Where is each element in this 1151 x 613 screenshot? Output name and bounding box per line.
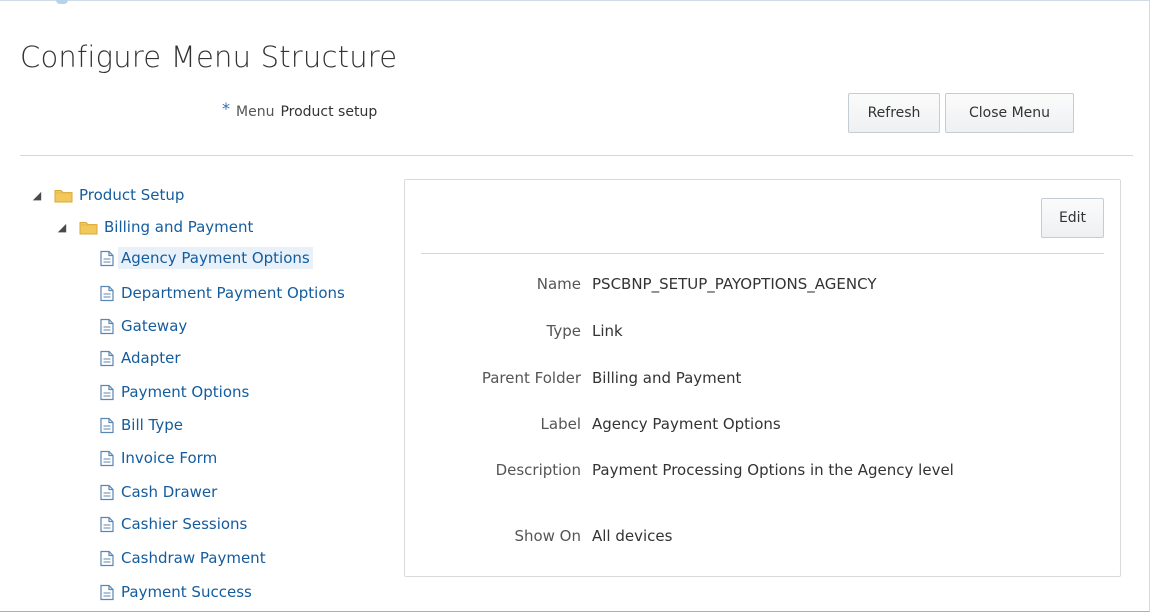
page-icon bbox=[100, 516, 114, 532]
page-icon bbox=[100, 384, 114, 400]
tree-node-label[interactable]: Product Setup bbox=[79, 186, 184, 204]
tree-item-label[interactable]: Payment Success bbox=[121, 583, 252, 601]
label-field-value: Agency Payment Options bbox=[592, 415, 781, 433]
detail-divider bbox=[421, 253, 1104, 254]
page-icon bbox=[100, 450, 114, 466]
tree-item-label[interactable]: Payment Options bbox=[121, 383, 249, 401]
page-icon bbox=[100, 417, 114, 433]
tree-item-cashier-sessions[interactable]: Cashier Sessions bbox=[99, 511, 247, 537]
tree-item-label[interactable]: Gateway bbox=[121, 317, 187, 335]
tree-item-cashdraw-payment[interactable]: Cashdraw Payment bbox=[99, 545, 266, 571]
page-icon bbox=[100, 584, 114, 600]
close-menu-button[interactable]: Close Menu bbox=[945, 93, 1074, 133]
name-value: PSCBNP_SETUP_PAYOPTIONS_AGENCY bbox=[592, 275, 877, 293]
page-icon bbox=[100, 550, 114, 566]
header-divider bbox=[20, 155, 1133, 156]
menu-field-label: Menu bbox=[236, 104, 275, 120]
tree-item-cash-drawer[interactable]: Cash Drawer bbox=[99, 479, 217, 505]
parent-folder-value: Billing and Payment bbox=[592, 369, 742, 387]
tree-node-product-setup[interactable]: ◢ Product Setup bbox=[30, 182, 185, 208]
tree-item-department-payment-options[interactable]: Department Payment Options bbox=[99, 280, 345, 306]
description-value: Payment Processing Options in the Agency… bbox=[592, 461, 954, 479]
refresh-button[interactable]: Refresh bbox=[848, 93, 940, 133]
page-title: Configure Menu Structure bbox=[20, 40, 398, 74]
tree-item-label[interactable]: Agency Payment Options bbox=[118, 247, 313, 269]
tree-item-bill-type[interactable]: Bill Type bbox=[99, 412, 183, 438]
collapse-triangle-icon[interactable]: ◢ bbox=[55, 220, 69, 234]
type-value: Link bbox=[592, 322, 623, 340]
collapse-triangle-icon[interactable]: ◢ bbox=[30, 188, 44, 202]
page-icon bbox=[100, 484, 114, 500]
menu-field-value[interactable]: Product setup bbox=[280, 104, 377, 120]
parent-folder-label: Parent Folder bbox=[481, 369, 581, 387]
label-field-label: Label bbox=[540, 415, 581, 433]
tree-node-billing-and-payment[interactable]: ◢ Billing and Payment bbox=[55, 214, 254, 240]
page-icon bbox=[100, 318, 114, 334]
show-on-label: Show On bbox=[514, 527, 581, 545]
tree-item-agency-payment-options[interactable]: Agency Payment Options bbox=[99, 245, 313, 271]
folder-icon bbox=[79, 221, 98, 234]
tree-item-adapter[interactable]: Adapter bbox=[99, 345, 181, 371]
tree-item-label[interactable]: Invoice Form bbox=[121, 449, 217, 467]
tree-item-label[interactable]: Adapter bbox=[121, 349, 181, 367]
page-icon bbox=[100, 285, 114, 301]
tree-item-label[interactable]: Bill Type bbox=[121, 416, 183, 434]
tree-item-label[interactable]: Cashdraw Payment bbox=[121, 549, 266, 567]
tree-node-label[interactable]: Billing and Payment bbox=[104, 218, 253, 236]
tree-item-label[interactable]: Department Payment Options bbox=[121, 284, 345, 302]
required-marker: * bbox=[222, 99, 230, 118]
tree-item-label[interactable]: Cashier Sessions bbox=[121, 515, 247, 533]
type-label: Type bbox=[546, 322, 581, 340]
tree-item-payment-success[interactable]: Payment Success bbox=[99, 579, 252, 605]
tree-item-payment-options[interactable]: Payment Options bbox=[99, 379, 249, 405]
page-icon bbox=[100, 350, 114, 366]
description-label: Description bbox=[495, 461, 581, 479]
edit-button[interactable]: Edit bbox=[1041, 198, 1104, 238]
show-on-value: All devices bbox=[592, 527, 673, 545]
tree-item-gateway[interactable]: Gateway bbox=[99, 313, 187, 339]
name-label: Name bbox=[536, 275, 581, 293]
tree-item-invoice-form[interactable]: Invoice Form bbox=[99, 445, 217, 471]
menu-field: * Menu Product setup bbox=[222, 99, 377, 120]
folder-icon bbox=[54, 189, 73, 202]
tree-item-label[interactable]: Cash Drawer bbox=[121, 483, 217, 501]
page-icon bbox=[100, 250, 114, 266]
